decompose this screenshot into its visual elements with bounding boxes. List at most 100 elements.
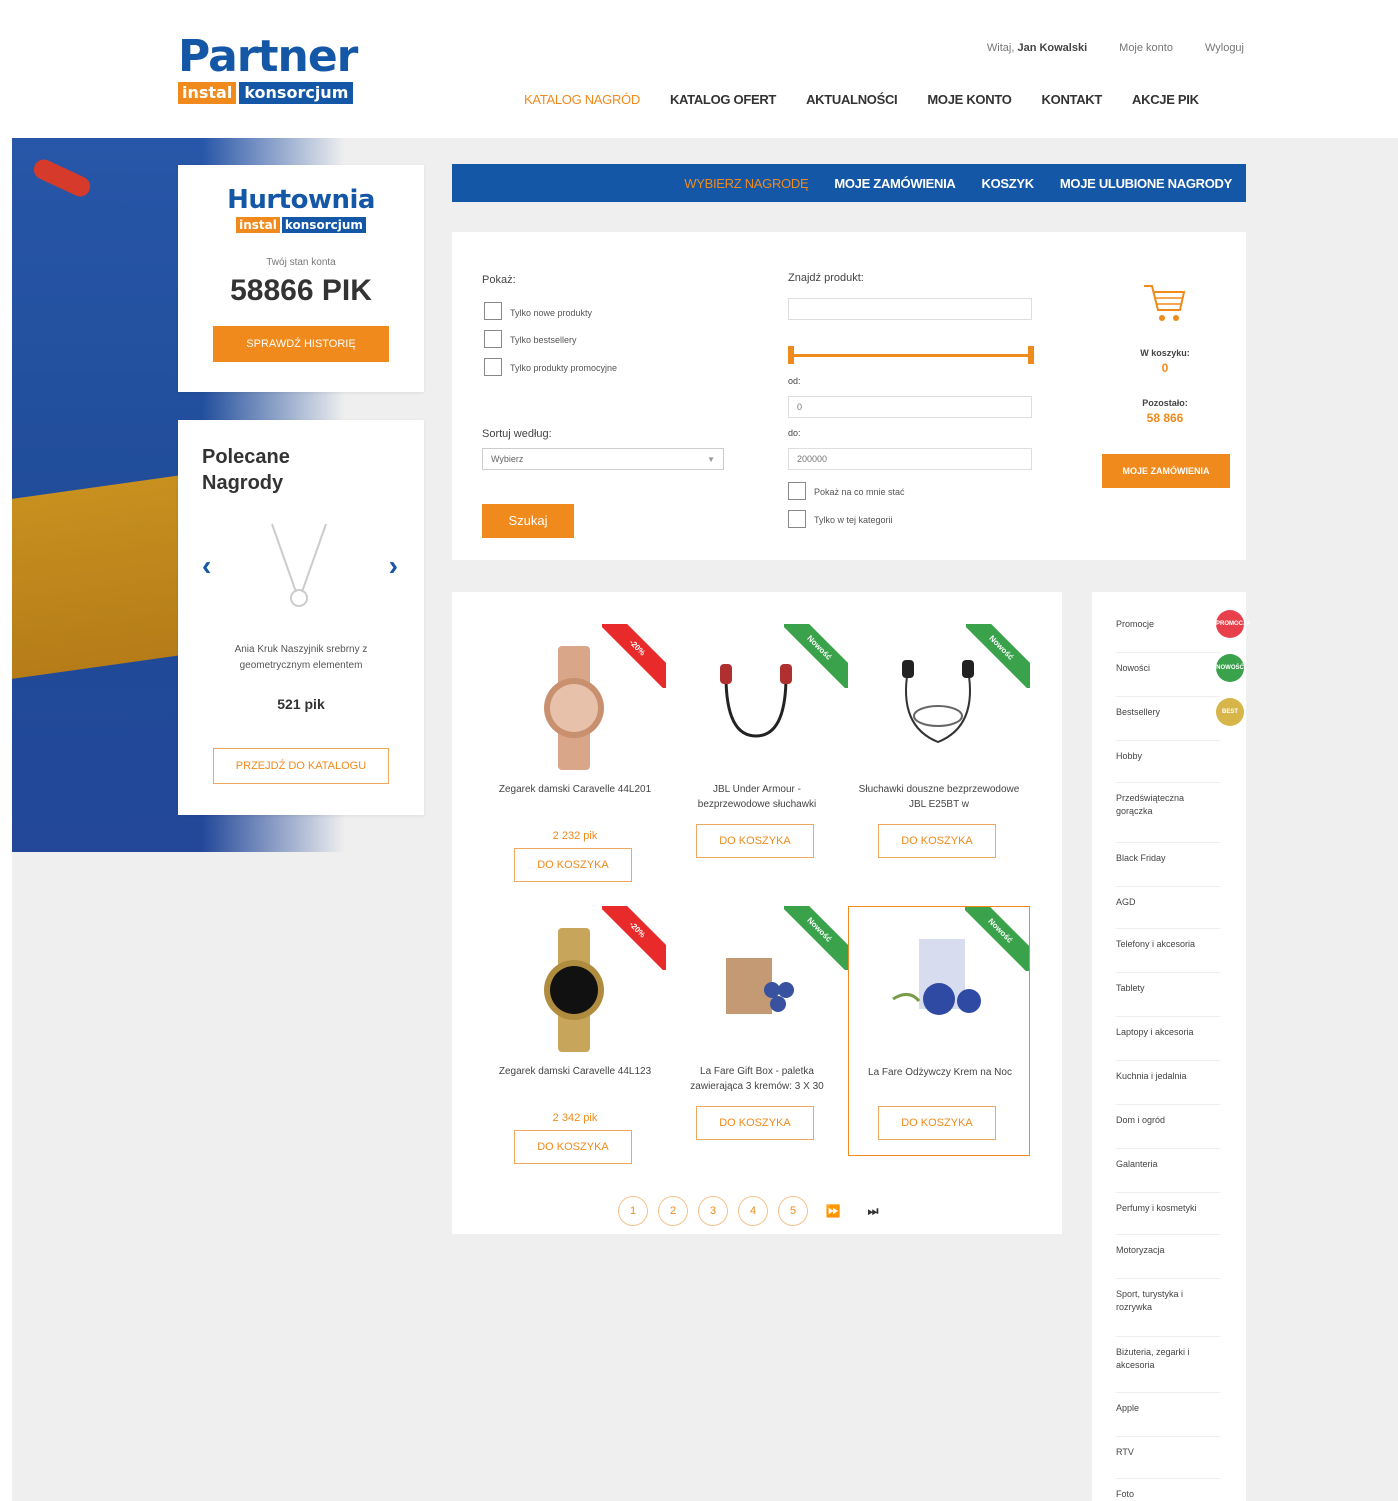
category-divider (1116, 1060, 1220, 1061)
hurtownia-title: Hurtownia (227, 185, 375, 215)
price-range-min-handle[interactable] (788, 346, 794, 364)
product-name[interactable]: Zegarek damski Caravelle 44L201 (494, 782, 656, 797)
sort-select[interactable]: Wybierz ▼ (482, 448, 724, 470)
hurtownia-tags: instal konsorcjum (178, 217, 424, 233)
chevron-down-icon: ▼ (707, 455, 715, 464)
category-item[interactable]: Laptopy i akcesoria (1116, 1026, 1220, 1039)
checkbox-new-products[interactable] (484, 302, 502, 320)
page-2-button[interactable]: 2 (658, 1196, 688, 1226)
nav-akcje-pik[interactable]: AKCJE PIK (1132, 92, 1199, 107)
next-page-icon[interactable]: ⏩ (818, 1196, 848, 1226)
ribbon-text: -20% (602, 906, 666, 970)
category-divider (1116, 1278, 1220, 1279)
checkbox-affordable[interactable] (788, 482, 806, 500)
pagination: 1 2 3 4 5 ⏩ ⏭ (618, 1196, 888, 1226)
category-item[interactable]: Biżuteria, zegarki i akcesoria (1116, 1346, 1220, 1372)
search-button[interactable]: Szukaj (482, 504, 574, 538)
checkbox-new-products-label: Tylko nowe produkty (510, 308, 593, 318)
page: Partner instal konsorcjum Witaj, Jan Kow… (12, 12, 1398, 1501)
category-item[interactable]: Sport, turystyka i rozrywka (1116, 1288, 1220, 1314)
category-item[interactable]: Galanteria (1116, 1158, 1220, 1171)
product-price: 2 342 pik (552, 1112, 598, 1124)
partner-logo[interactable]: Partner instal konsorcjum (178, 34, 368, 104)
category-item[interactable]: AGD (1116, 896, 1220, 909)
subnav-choose-reward[interactable]: WYBIERZ NAGRODĘ (684, 176, 808, 191)
subnav-favorites[interactable]: MOJE ULUBIONE NAGRODY (1060, 176, 1232, 191)
category-item[interactable]: Apple (1116, 1402, 1220, 1415)
check-history-button[interactable]: SPRAWDŹ HISTORIĘ (213, 326, 389, 362)
recommended-item-name[interactable]: Ania Kruk Naszyjnik srebrny z geometrycz… (208, 642, 394, 674)
from-input[interactable]: 0 (788, 396, 1032, 418)
page-4-button[interactable]: 4 (738, 1196, 768, 1226)
add-to-cart-button[interactable]: DO KOSZYKA (696, 824, 814, 858)
product-card[interactable]: -20% Zegarek damski Caravelle 44L201 2 2… (484, 624, 666, 874)
add-to-cart-button[interactable]: DO KOSZYKA (514, 1130, 632, 1164)
category-item[interactable]: Hobby (1116, 750, 1220, 763)
chevron-left-icon[interactable]: ‹ (202, 550, 211, 582)
price-range-max-handle[interactable] (1028, 346, 1034, 364)
category-item[interactable]: Foto (1116, 1488, 1220, 1501)
to-input[interactable]: 200000 (788, 448, 1032, 470)
price-range-slider[interactable] (792, 354, 1030, 357)
product-name[interactable]: Zegarek damski Caravelle 44L123 (494, 1064, 656, 1079)
category-item[interactable]: Tablety (1116, 982, 1220, 995)
category-item[interactable]: Motoryzacja (1116, 1244, 1220, 1257)
category-item[interactable]: Przedświąteczna gorączka (1116, 792, 1220, 818)
page-1-button[interactable]: 1 (618, 1196, 648, 1226)
category-item[interactable]: Perfumy i kosmetyki (1116, 1202, 1220, 1215)
discount-ribbon: -20% (602, 624, 666, 688)
subnav-cart[interactable]: KOSZYK (982, 176, 1035, 191)
subnav-my-orders[interactable]: MOJE ZAMÓWIENIA (834, 176, 955, 191)
nav-moje-konto[interactable]: MOJE KONTO (927, 92, 1011, 107)
category-item[interactable]: Bestsellery (1116, 706, 1220, 719)
category-item[interactable]: Kuchnia i jedalnia (1116, 1070, 1220, 1083)
logo-tags: instal konsorcjum (178, 82, 368, 104)
hurtownia-tag-konsorcjum: konsorcjum (281, 217, 366, 233)
find-product-input[interactable] (788, 298, 1032, 320)
product-name[interactable]: JBL Under Armour - bezprzewodowe słuchaw… (676, 782, 838, 812)
add-to-cart-button[interactable]: DO KOSZYKA (696, 1106, 814, 1140)
add-to-cart-button[interactable]: DO KOSZYKA (878, 824, 996, 858)
main-nav: KATALOG NAGRÓD KATALOG OFERT AKTUALNOŚCI… (524, 92, 1199, 107)
category-divider (1116, 740, 1220, 741)
category-divider (1116, 928, 1220, 929)
go-to-catalog-button[interactable]: PRZEJDŹ DO KATALOGU (213, 748, 389, 784)
nav-aktualnosci[interactable]: AKTUALNOŚCI (806, 92, 898, 107)
category-divider (1116, 972, 1220, 973)
add-to-cart-button[interactable]: DO KOSZYKA (878, 1106, 996, 1140)
nav-kontakt[interactable]: KONTAKT (1042, 92, 1103, 107)
new-ribbon: Nowość (966, 624, 1030, 688)
nav-katalog-ofert[interactable]: KATALOG OFERT (670, 92, 776, 107)
user-name: Jan Kowalski (1017, 42, 1088, 54)
category-item[interactable]: RTV (1116, 1446, 1220, 1459)
new-ribbon: Nowość (784, 906, 848, 970)
product-card[interactable]: -20% Zegarek damski Caravelle 44L123 2 3… (484, 906, 666, 1156)
cart-icon[interactable] (1142, 280, 1186, 324)
last-page-icon[interactable]: ⏭ (858, 1196, 888, 1226)
checkbox-bestsellers[interactable] (484, 330, 502, 348)
to-label: do: (788, 428, 801, 438)
hurtownia-tag-instal: instal (236, 217, 280, 233)
product-name[interactable]: La Fare Gift Box - paletka zawierająca 3… (676, 1064, 838, 1094)
category-item[interactable]: Nowości (1116, 662, 1220, 675)
logo-word: Partner (178, 31, 358, 82)
category-item[interactable]: Promocje (1116, 618, 1220, 631)
nav-katalog-nagrod[interactable]: KATALOG NAGRÓD (524, 92, 640, 107)
my-orders-button[interactable]: MOJE ZAMÓWIENIA (1102, 454, 1230, 488)
chevron-right-icon[interactable]: › (389, 550, 398, 582)
category-item[interactable]: Black Friday (1116, 852, 1220, 865)
page-3-button[interactable]: 3 (698, 1196, 728, 1226)
category-item[interactable]: Dom i ogród (1116, 1114, 1220, 1127)
page-5-button[interactable]: 5 (778, 1196, 808, 1226)
product-name[interactable]: Słuchawki douszne bezprzewodowe JBL E25B… (858, 782, 1020, 812)
hero-tool-red (30, 156, 94, 200)
product-name[interactable]: La Fare Odżywczy Krem na Noc (859, 1065, 1021, 1080)
category-item[interactable]: Telefony i akcesoria (1116, 938, 1220, 951)
add-to-cart-button[interactable]: DO KOSZYKA (514, 848, 632, 882)
show-label: Pokaż: (482, 274, 516, 286)
my-account-link[interactable]: Moje konto (1119, 42, 1173, 54)
checkbox-promo-products[interactable] (484, 358, 502, 376)
logout-link[interactable]: Wyloguj (1205, 42, 1244, 54)
checkbox-this-category[interactable] (788, 510, 806, 528)
checkbox-this-category-label: Tylko w tej kategorii (814, 515, 893, 525)
